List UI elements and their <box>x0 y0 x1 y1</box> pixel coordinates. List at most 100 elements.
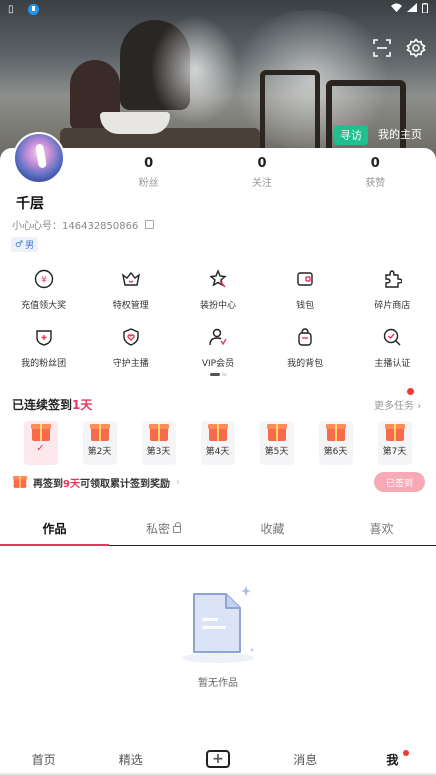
checkin-day-5[interactable]: 第5天 <box>247 421 306 465</box>
day-label: 第3天 <box>146 447 171 457</box>
nav-me[interactable]: 我 <box>349 751 436 768</box>
feature-label: 充值领大奖 <box>21 301 67 311</box>
feature-vip[interactable]: VIP会员 <box>174 326 261 378</box>
user-name: 千层 <box>16 196 44 212</box>
feature-backpack[interactable]: 我的背包 <box>262 326 349 378</box>
male-icon: ♂ <box>15 239 24 250</box>
nav-create[interactable]: + <box>174 750 261 768</box>
feature-label: 装扮中心 <box>199 301 236 311</box>
checkin-day-2[interactable]: 第2天 <box>70 421 129 465</box>
wallet-icon <box>294 268 316 290</box>
gender-badge: ♂ 男 <box>11 237 39 252</box>
verify-icon <box>381 326 403 348</box>
feature-recharge[interactable]: ¥ 充值领大奖 <box>0 268 87 320</box>
nav-home[interactable]: 首页 <box>0 751 87 768</box>
plus-icon: + <box>206 750 230 768</box>
nav-messages[interactable]: 消息 <box>262 751 349 768</box>
chevron-right-icon: › <box>175 477 180 488</box>
feature-streamer-verify[interactable]: 主播认证 <box>349 326 436 378</box>
settings-icon[interactable] <box>406 38 426 58</box>
more-tasks-label: 更多任务 <box>374 401 414 412</box>
signal-icon <box>407 3 417 15</box>
feature-label: 我的背包 <box>287 359 324 369</box>
check-icon: ✓ <box>36 443 45 454</box>
tab-label: 喜欢 <box>369 522 394 536</box>
feature-label: 守护主播 <box>112 359 149 369</box>
feature-label: 特权管理 <box>112 301 149 311</box>
feature-page-indicator <box>210 373 227 376</box>
download-icon <box>27 3 39 15</box>
tab-likes[interactable]: 喜欢 <box>327 512 436 545</box>
yen-icon: ¥ <box>33 268 55 290</box>
shield-heart-icon <box>120 326 142 348</box>
tab-label: 私密 <box>145 522 170 536</box>
gift-icon <box>30 424 51 441</box>
day-label: 第7天 <box>382 447 407 457</box>
checkin-day-7[interactable]: 第7天 <box>365 421 424 465</box>
gift-icon <box>266 424 287 441</box>
feature-guard[interactable]: 守护主播 <box>87 326 174 378</box>
feature-label: 钱包 <box>296 301 315 311</box>
chevron-right-icon: › <box>417 401 422 412</box>
gender-label: 男 <box>25 241 35 251</box>
visit-button[interactable]: 寻访 <box>334 125 368 145</box>
signed-button[interactable]: 已签到 <box>374 472 425 492</box>
gift-icon <box>13 475 27 488</box>
feature-dressup[interactable]: 装扮中心 <box>174 268 261 320</box>
crown-icon <box>120 268 142 290</box>
feature-label: 我的粉丝团 <box>21 359 67 369</box>
gift-icon <box>148 424 169 441</box>
day-label: 第5天 <box>264 447 289 457</box>
vip-user-icon <box>207 326 229 348</box>
checkin-day-1[interactable]: ✓ <box>11 421 70 465</box>
stat-likes[interactable]: 0 获赞 <box>319 156 432 189</box>
feature-privileges[interactable]: 特权管理 <box>87 268 174 320</box>
user-id-row: 小心心号：146432850866 <box>12 217 155 232</box>
day-label: 第6天 <box>323 447 348 457</box>
nav-featured[interactable]: 精选 <box>87 751 174 768</box>
profile-cover-image <box>0 0 436 160</box>
feature-label: 主播认证 <box>374 359 411 369</box>
empty-document-icon <box>180 584 256 664</box>
backpack-icon <box>294 326 316 348</box>
puzzle-icon <box>381 268 403 290</box>
status-right <box>391 2 428 16</box>
avatar[interactable] <box>13 132 65 184</box>
stat-following-count: 0 <box>257 156 267 171</box>
svg-text:¥: ¥ <box>41 276 47 286</box>
user-id: 小心心号：146432850866 <box>12 221 139 232</box>
feature-label: VIP会员 <box>201 359 235 369</box>
copy-icon[interactable] <box>145 220 155 229</box>
magic-wand-icon <box>207 268 229 290</box>
checkin-days: ✓ 第2天 第3天 第4天 第5天 第6天 第7天 <box>11 421 424 465</box>
tab-works[interactable]: 作品 <box>0 512 109 546</box>
reward-days: 9天 <box>63 479 80 490</box>
checkin-reward-row[interactable]: 再签到9天可领取累计签到奖励 › <box>11 475 180 490</box>
stat-following-label: 关注 <box>251 178 272 189</box>
stat-following[interactable]: 0 关注 <box>205 156 318 189</box>
feature-fan-club[interactable]: 我的粉丝团 <box>0 326 87 378</box>
profile-stats: 0 粉丝 0 关注 0 获赞 <box>92 156 432 189</box>
feature-grid: ¥ 充值领大奖 特权管理 装扮中心 钱包 碎片商店 我的粉丝团 守护主播 VIP… <box>0 268 436 384</box>
feature-wallet[interactable]: 钱包 <box>262 268 349 320</box>
checkin-day-6[interactable]: 第6天 <box>306 421 365 465</box>
stat-fans-label: 粉丝 <box>138 178 159 189</box>
stat-fans[interactable]: 0 粉丝 <box>92 156 205 189</box>
scan-icon[interactable] <box>372 38 392 58</box>
checkin-day-3[interactable]: 第3天 <box>129 421 188 465</box>
content-tabs: 作品 私密 收藏 喜欢 <box>0 512 436 546</box>
feature-fragment-store[interactable]: 碎片商店 <box>349 268 436 320</box>
checkin-title-days: 1天 <box>72 398 93 412</box>
tab-private[interactable]: 私密 <box>109 512 218 545</box>
tab-label: 作品 <box>42 522 67 536</box>
gift-icon <box>384 424 405 441</box>
tab-favorites[interactable]: 收藏 <box>218 512 327 545</box>
checkin-day-4[interactable]: 第4天 <box>188 421 247 465</box>
stat-likes-count: 0 <box>370 156 380 171</box>
day-label: 第4天 <box>205 447 230 457</box>
status-left: ▯ <box>8 3 14 15</box>
more-tasks-link[interactable]: 更多任务 › <box>374 397 421 412</box>
gift-icon <box>325 424 346 441</box>
my-homepage-link[interactable]: 我的主页 <box>378 126 422 142</box>
lock-icon <box>173 522 181 533</box>
